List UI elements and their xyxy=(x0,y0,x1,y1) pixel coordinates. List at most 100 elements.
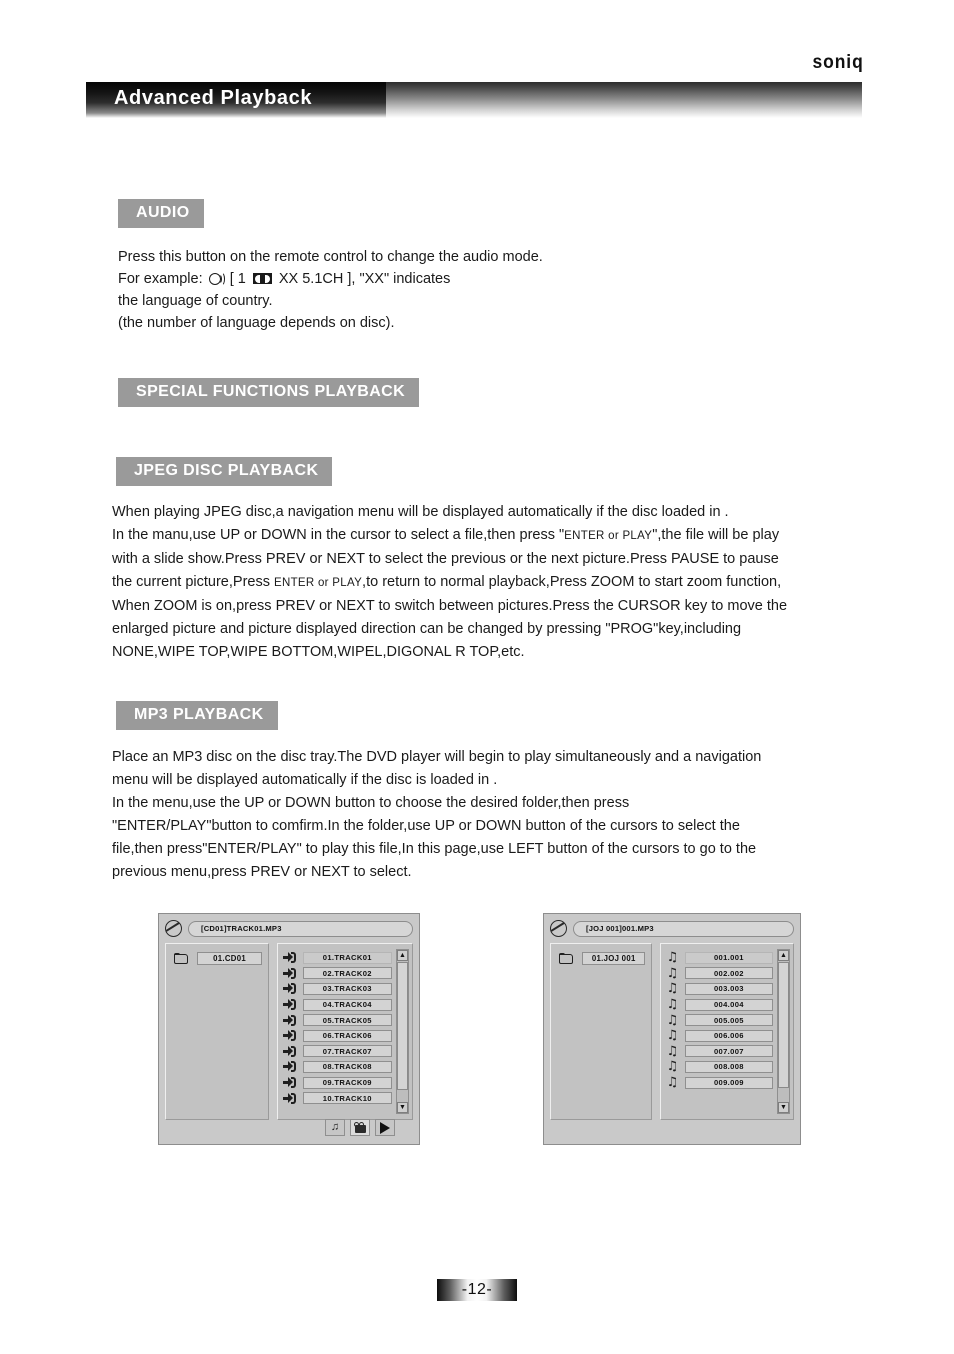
music-note-icon: ♫ xyxy=(666,1028,679,1044)
scroll-up-arrow-icon[interactable]: ▲ xyxy=(397,950,408,961)
jpeg-body-text: When playing JPEG disc,a navigation menu… xyxy=(112,501,787,664)
jpeg-line-2c: ",the file will be play xyxy=(652,527,780,543)
osd-left-body: 01.CD01 01.TRACK01 02.TRACK02 03.TRACK03 xyxy=(165,943,413,1138)
list-item[interactable]: ♫ 003.003 xyxy=(666,981,773,997)
audio-line-4: (the number of language depends on disc)… xyxy=(118,315,395,331)
camera-icon xyxy=(353,1122,367,1133)
speaker-icon xyxy=(208,272,225,286)
jpeg-line-2: In the manu,use UP or DOWN in the cursor… xyxy=(112,524,787,548)
file-label: 004.004 xyxy=(684,998,773,1011)
list-item[interactable]: 03.TRACK03 xyxy=(282,981,392,997)
file-label: 06.TRACK06 xyxy=(302,1029,392,1042)
osd-left-file-pane: 01.TRACK01 02.TRACK02 03.TRACK03 04.TRAC… xyxy=(276,943,413,1120)
file-label: 02.TRACK02 xyxy=(302,967,392,980)
mp3-line-4: "ENTER/PLAY"button to comfirm.In the fol… xyxy=(112,818,740,834)
prohibited-icon xyxy=(165,920,182,937)
file-label: 002.002 xyxy=(684,967,773,980)
osd-right-folder-row[interactable]: 01.JOJ 001 xyxy=(559,952,646,965)
osd-left-folder-row[interactable]: 01.CD01 xyxy=(174,952,263,965)
osd-left-path-field: [CD01]TRACK01.MP3 xyxy=(188,920,413,937)
music-mode-button[interactable]: ♫ xyxy=(325,1119,345,1136)
music-note-icon: ♫ xyxy=(330,1121,340,1133)
file-label: 04.TRACK04 xyxy=(302,998,392,1011)
osd-right-folder-pane: 01.JOJ 001 xyxy=(550,943,653,1120)
osd-left-file-list: 01.TRACK01 02.TRACK02 03.TRACK03 04.TRAC… xyxy=(282,950,392,1115)
list-item[interactable]: 06.TRACK06 xyxy=(282,1028,392,1044)
scrollbar-thumb[interactable] xyxy=(778,962,789,1088)
list-item[interactable]: ♫ 007.007 xyxy=(666,1044,773,1060)
jpeg-enter-or-play-2: ENTER or PLAY xyxy=(274,577,363,589)
jpeg-line-7: NONE,WIPE TOP,WIPE BOTTOM,WIPEL,DIGONAL … xyxy=(112,644,525,660)
osd-right-path-field: [JOJ 001]001.MP3 xyxy=(573,920,794,937)
file-label: 003.003 xyxy=(684,982,773,995)
jpeg-line-3: with a slide show.Press PREV or NEXT to … xyxy=(112,551,779,567)
jpeg-enter-or-play-1: ENTER or PLAY xyxy=(564,530,653,542)
scroll-up-arrow-icon[interactable]: ▲ xyxy=(778,950,789,961)
list-item[interactable]: 05.TRACK05 xyxy=(282,1012,392,1028)
page-header-banner: Advanced Playback xyxy=(86,82,862,118)
music-note-icon: ♫ xyxy=(666,965,679,981)
shortcut-arrow-icon xyxy=(282,967,297,979)
osd-left-folder-pane: 01.CD01 xyxy=(165,943,270,1120)
mp3-line-5: file,then press"ENTER/PLAY" to play this… xyxy=(112,841,757,857)
shortcut-arrow-icon xyxy=(282,1045,297,1057)
scroll-down-arrow-icon[interactable]: ▼ xyxy=(778,1102,789,1113)
file-label: 09.TRACK09 xyxy=(302,1076,392,1089)
file-label: 005.005 xyxy=(684,1014,773,1027)
file-label: 03.TRACK03 xyxy=(302,982,392,995)
list-item[interactable]: 09.TRACK09 xyxy=(282,1075,392,1091)
list-item[interactable]: 08.TRACK08 xyxy=(282,1059,392,1075)
osd-right-scrollbar[interactable]: ▲ ▼ xyxy=(777,949,790,1114)
mp3-line-3: In the menu,use the UP or DOWN button to… xyxy=(112,795,630,811)
folder-icon xyxy=(559,952,574,965)
file-label: 006.006 xyxy=(684,1029,773,1042)
jpeg-line-4c: ,to return to normal playback,Press ZOOM… xyxy=(362,574,782,590)
shortcut-arrow-icon xyxy=(282,1030,297,1042)
file-label: 008.008 xyxy=(684,1060,773,1073)
list-item[interactable]: 02.TRACK02 xyxy=(282,966,392,982)
play-button[interactable] xyxy=(375,1119,395,1136)
osd-screenshot-left: [CD01]TRACK01.MP3 01.CD01 01.TRACK01 02.… xyxy=(158,913,420,1145)
music-note-icon: ♫ xyxy=(666,1059,679,1075)
osd-left-folder-label: 01.CD01 xyxy=(197,952,263,965)
file-label: 08.TRACK08 xyxy=(302,1060,392,1073)
jpeg-line-4: the current picture,Press ENTER or PLAY,… xyxy=(112,571,787,595)
list-item[interactable]: ♫ 002.002 xyxy=(666,966,773,982)
list-item[interactable]: 07.TRACK07 xyxy=(282,1044,392,1060)
music-note-icon: ♫ xyxy=(666,950,679,966)
list-item[interactable]: ♫ 005.005 xyxy=(666,1012,773,1028)
jpeg-line-5: When ZOOM is on,press PREV or NEXT to sw… xyxy=(112,598,788,614)
file-label: 10.TRACK10 xyxy=(302,1092,392,1105)
music-note-icon: ♫ xyxy=(666,981,679,997)
scroll-down-arrow-icon[interactable]: ▼ xyxy=(397,1102,408,1113)
music-note-icon: ♫ xyxy=(666,997,679,1013)
mp3-body-text-2: In the menu,use the UP or DOWN button to… xyxy=(112,792,756,884)
list-item[interactable]: ♫ 009.009 xyxy=(666,1075,773,1091)
scrollbar-thumb[interactable] xyxy=(397,962,408,1090)
file-label: 009.009 xyxy=(684,1076,773,1089)
file-label: 05.TRACK05 xyxy=(302,1014,392,1027)
page-number: -12- xyxy=(437,1279,517,1301)
section-chip-audio: AUDIO xyxy=(118,199,204,228)
slideshow-mode-button[interactable] xyxy=(350,1119,370,1136)
jpeg-line-1: When playing JPEG disc,a navigation menu… xyxy=(112,504,729,520)
osd-screenshot-right: [JOJ 001]001.MP3 01.JOJ 001 ♫ 001.001 ♫ … xyxy=(543,913,801,1145)
list-item[interactable]: ♫ 008.008 xyxy=(666,1059,773,1075)
list-item[interactable]: 04.TRACK04 xyxy=(282,997,392,1013)
shortcut-arrow-icon xyxy=(282,983,297,995)
list-item[interactable]: 01.TRACK01 xyxy=(282,950,392,966)
list-item[interactable]: ♫ 004.004 xyxy=(666,997,773,1013)
list-item[interactable]: ♫ 001.001 xyxy=(666,950,773,966)
list-item[interactable]: 10.TRACK10 xyxy=(282,1090,392,1106)
shortcut-arrow-icon xyxy=(282,999,297,1011)
dolby-digital-icon xyxy=(252,273,272,284)
list-item[interactable]: ♫ 006.006 xyxy=(666,1028,773,1044)
mp3-line-2: menu will be displayed automatically if … xyxy=(112,772,498,788)
audio-example-line: For example: [ 1 XX 5.1CH ], "XX" indica… xyxy=(118,268,543,290)
music-note-icon: ♫ xyxy=(666,1075,679,1091)
file-label: 01.TRACK01 xyxy=(302,951,392,964)
file-label: 001.001 xyxy=(684,951,773,964)
osd-left-scrollbar[interactable]: ▲ ▼ xyxy=(396,949,409,1114)
audio-example-mid: [ 1 xyxy=(229,271,246,287)
mp3-line-1: Place an MP3 disc on the disc tray.The D… xyxy=(112,749,762,765)
